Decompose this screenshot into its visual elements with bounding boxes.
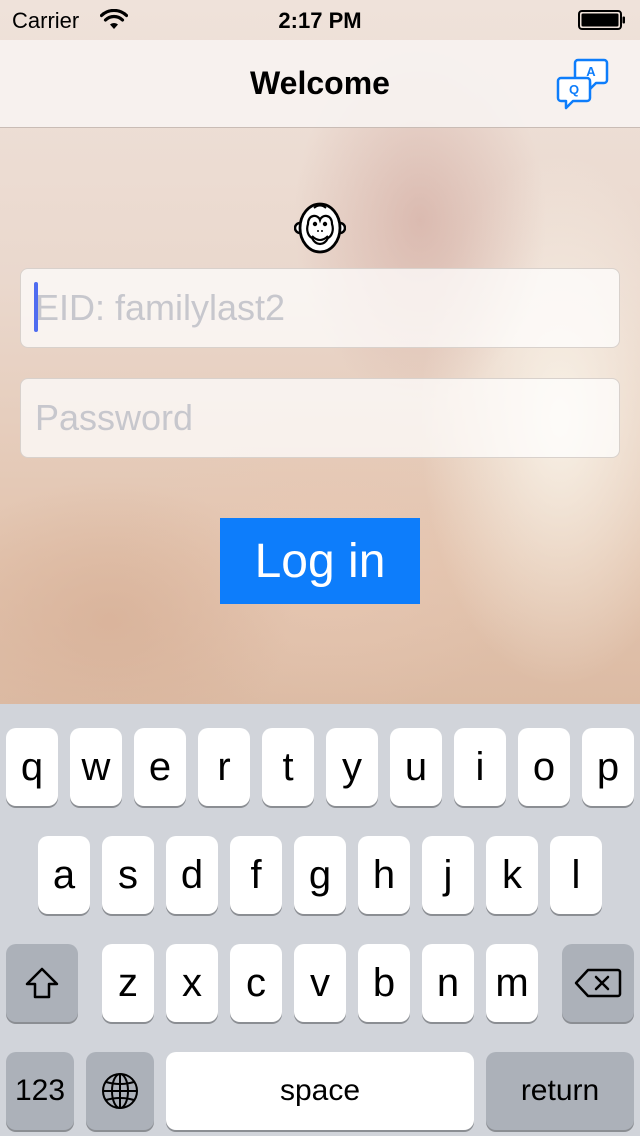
key-h[interactable]: h	[358, 836, 410, 914]
key-j[interactable]: j	[422, 836, 474, 914]
key-z[interactable]: z	[102, 944, 154, 1022]
key-r[interactable]: r	[198, 728, 250, 806]
key-g[interactable]: g	[294, 836, 346, 914]
text-cursor	[34, 282, 38, 332]
key-x[interactable]: x	[166, 944, 218, 1022]
qa-icon[interactable]: A Q	[556, 58, 610, 110]
password-input[interactable]	[21, 379, 619, 457]
key-v[interactable]: v	[294, 944, 346, 1022]
battery-icon	[578, 10, 625, 30]
numbers-key[interactable]: 123	[6, 1052, 74, 1130]
globe-icon	[102, 1073, 138, 1109]
key-s[interactable]: s	[102, 836, 154, 914]
status-bar: Carrier 2:17 PM	[0, 0, 640, 40]
key-p[interactable]: p	[582, 728, 634, 806]
key-i[interactable]: i	[454, 728, 506, 806]
qa-letter-q: Q	[569, 82, 579, 97]
key-q[interactable]: q	[6, 728, 58, 806]
monkey-face-icon	[294, 202, 346, 254]
key-k[interactable]: k	[486, 836, 538, 914]
globe-key[interactable]	[86, 1052, 154, 1130]
key-a[interactable]: a	[38, 836, 90, 914]
key-b[interactable]: b	[358, 944, 410, 1022]
keyboard: q w e r t y u i o p a s d f g h j k l z …	[0, 704, 640, 1136]
return-key[interactable]: return	[486, 1052, 634, 1130]
nav-title: Welcome	[250, 65, 390, 101]
space-key[interactable]: space	[166, 1052, 474, 1130]
clock: 2:17 PM	[278, 8, 362, 33]
key-f[interactable]: f	[230, 836, 282, 914]
qa-letter-a: A	[586, 64, 596, 79]
key-o[interactable]: o	[518, 728, 570, 806]
eid-input[interactable]	[21, 269, 619, 347]
key-l[interactable]: l	[550, 836, 602, 914]
shift-key[interactable]	[6, 944, 78, 1022]
navigation-bar: Welcome A Q	[0, 40, 640, 128]
key-e[interactable]: e	[134, 728, 186, 806]
key-w[interactable]: w	[70, 728, 122, 806]
shift-icon	[25, 967, 59, 999]
delete-icon	[574, 968, 622, 998]
key-m[interactable]: m	[486, 944, 538, 1022]
password-field-container	[20, 378, 620, 458]
key-n[interactable]: n	[422, 944, 474, 1022]
key-d[interactable]: d	[166, 836, 218, 914]
key-u[interactable]: u	[390, 728, 442, 806]
key-c[interactable]: c	[230, 944, 282, 1022]
delete-key[interactable]	[562, 944, 634, 1022]
key-t[interactable]: t	[262, 728, 314, 806]
eid-field-container	[20, 268, 620, 348]
key-y[interactable]: y	[326, 728, 378, 806]
login-button[interactable]: Log in	[220, 518, 420, 604]
